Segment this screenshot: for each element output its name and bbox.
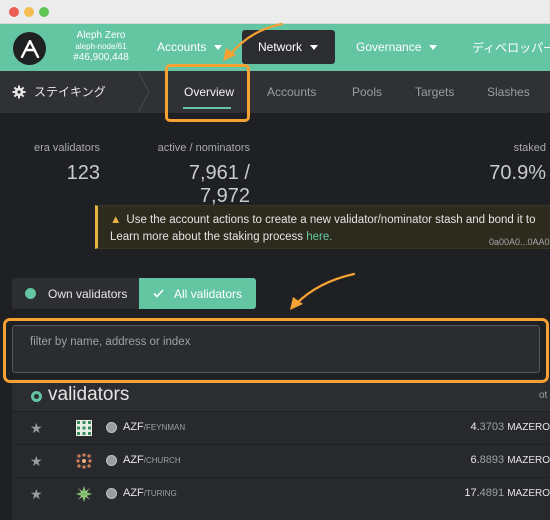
validator-suffix: /TURING (143, 489, 177, 498)
close-window-button[interactable] (9, 7, 19, 17)
nav-developer-label: ディベロッパー (472, 40, 550, 55)
notice-learn-more-link[interactable]: here. (306, 231, 332, 243)
nav-governance[interactable]: Governance (346, 30, 447, 64)
chain-logo-icon[interactable] (13, 32, 46, 65)
stake-decimal: 4891 (479, 487, 505, 499)
chevron-right-icon (137, 71, 150, 113)
stake-unit: MAZERO (507, 455, 550, 466)
notice-line-2: Learn more about the staking process (110, 231, 307, 243)
identicon-icon (76, 453, 92, 469)
nav-developer[interactable]: ディベロッパー (462, 30, 550, 64)
validator-stake: 17.4891 MAZERO (464, 487, 550, 499)
own-validators-toggle[interactable]: Own validators (12, 278, 139, 309)
tab-overview[interactable]: Overview (184, 85, 234, 99)
active-tab-indicator (183, 107, 231, 109)
polkadot-app: Aleph Zero aleph-node/61 #46,900,448 Acc… (0, 24, 550, 520)
staking-notice: ▲ Use the account actions to create a new… (95, 205, 550, 249)
nav-network-label: Network (258, 40, 303, 54)
nav-governance-label: Governance (356, 40, 422, 54)
validators-table-header: validators ot (12, 379, 550, 411)
table-row[interactable]: ★ AZF/FEYNMAN 4.3703 MAZERO (12, 411, 550, 444)
tab-targets[interactable]: Targets (415, 85, 454, 99)
gear-icon (12, 85, 26, 98)
tab-accounts[interactable]: Accounts (267, 85, 316, 99)
caret-down-icon (214, 44, 223, 50)
stat-staked-label: staked (513, 142, 546, 154)
maximize-window-button[interactable] (39, 7, 49, 17)
stat-era-validators: era validators 123 (20, 142, 100, 185)
table-row[interactable]: ★ AZF/TURING 17.4891 MAZERO (12, 477, 550, 510)
tab-pools[interactable]: Pools (352, 85, 382, 99)
validator-name[interactable]: AZF/TURING (123, 487, 177, 499)
identity-badge-icon (106, 488, 117, 499)
column-header-other: ot (539, 390, 548, 401)
validators-table: validators ot ★ AZF/FEYNMAN 4.3703 MAZER… (12, 379, 550, 520)
minimize-window-button[interactable] (24, 7, 34, 17)
top-navbar: Aleph Zero aleph-node/61 #46,900,448 Acc… (0, 24, 550, 71)
stake-unit: MAZERO (507, 422, 550, 433)
stat-staked-value: 70.9% (489, 162, 546, 184)
notice-line-1: Use the account actions to create a new … (126, 214, 536, 226)
stake-integer: 6. (470, 454, 480, 466)
own-validators-label: Own validators (48, 286, 128, 301)
identicon-icon (76, 486, 92, 502)
validator-name[interactable]: AZF/CHURCH (123, 454, 181, 466)
nav-accounts[interactable]: Accounts (147, 30, 232, 64)
stake-unit: MAZERO (507, 488, 550, 499)
stake-decimal: 3703 (479, 421, 505, 433)
staking-section-title: ステイキング (12, 83, 106, 100)
stat-active-nominators: active / nominators 7,961 / 7,972 (140, 142, 250, 208)
chain-block-number: #46,900,448 (73, 52, 129, 63)
validator-filter-toggle: Own validators All validators (12, 278, 256, 309)
all-validators-toggle[interactable]: All validators (139, 278, 256, 309)
status-dot-icon (31, 391, 42, 402)
validator-prefix: AZF (123, 454, 144, 466)
stat-era-label: era validators (33, 142, 100, 154)
stat-active-label: active / nominators (157, 142, 250, 154)
stake-integer: 17. (464, 487, 480, 499)
chain-node-version: aleph-node/61 (75, 42, 127, 51)
identity-badge-icon (106, 422, 117, 433)
validator-suffix: /FEYNMAN (143, 423, 186, 432)
window-titlebar (0, 0, 550, 24)
validator-name[interactable]: AZF/FEYNMAN (123, 421, 185, 433)
sub-navbar: ステイキング Overview Accounts Pools Targets S… (0, 71, 550, 113)
nav-accounts-label: Accounts (157, 40, 207, 54)
chain-selector[interactable]: Aleph Zero aleph-node/61 #46,900,448 (56, 29, 146, 64)
identicon-icon (76, 420, 92, 436)
notice-address: 0a00A0...0AA0 (489, 237, 550, 247)
staking-section-label: ステイキング (34, 85, 106, 99)
stat-era-value: 123 (66, 162, 100, 184)
nav-network[interactable]: Network (242, 30, 335, 64)
all-validators-label: All validators (174, 286, 243, 301)
stake-integer: 4. (470, 421, 480, 433)
star-icon[interactable]: ★ (30, 420, 43, 437)
validator-suffix: /CHURCH (143, 456, 181, 465)
validator-stake: 4.3703 MAZERO (470, 421, 550, 433)
stat-active-value: 7,961 / 7,972 (188, 162, 250, 207)
check-icon (153, 289, 164, 298)
caret-down-icon (310, 44, 319, 50)
caret-down-icon (429, 44, 438, 50)
app-window: Aleph Zero aleph-node/61 #46,900,448 Acc… (0, 0, 550, 520)
validator-prefix: AZF (123, 421, 144, 433)
star-icon[interactable]: ★ (30, 453, 43, 470)
filter-field (12, 325, 540, 373)
radio-dot-icon (25, 288, 36, 299)
chain-name: Aleph Zero (76, 30, 126, 41)
stat-staked: staked 70.9% (460, 142, 546, 185)
identity-badge-icon (106, 455, 117, 466)
stake-decimal: 8893 (479, 454, 505, 466)
validator-prefix: AZF (123, 487, 144, 499)
validator-stake: 6.8893 MAZERO (470, 454, 550, 466)
warning-icon: ▲ (110, 214, 122, 226)
table-row[interactable]: ★ AZF/CHURCH 6.8893 MAZERO (12, 444, 550, 477)
filter-input[interactable] (13, 326, 539, 372)
validators-title: validators (48, 384, 130, 405)
tab-slashes[interactable]: Slashes (487, 85, 530, 99)
star-icon[interactable]: ★ (30, 486, 43, 503)
